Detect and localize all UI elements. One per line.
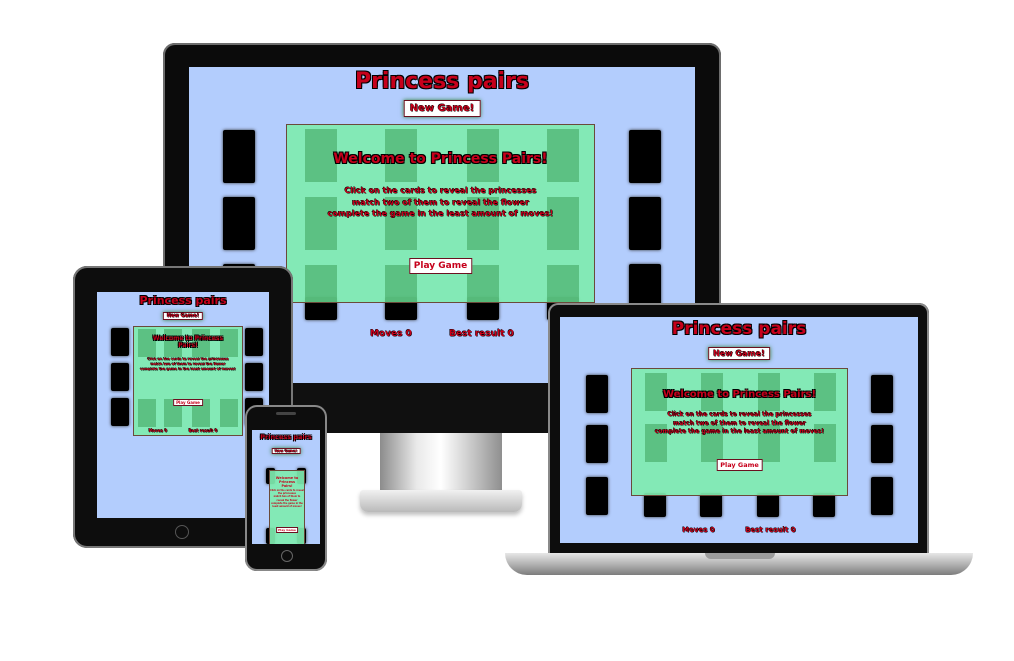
card[interactable] — [813, 493, 835, 517]
new-game-label: New Game! — [713, 349, 765, 358]
phone-screen: Princess pairs New Game! Welcome to Prin… — [252, 430, 320, 544]
new-game-button[interactable]: New Game! — [271, 448, 301, 454]
moves-counter: Moves 0 — [370, 329, 412, 339]
instruction-line: complete the game in the least amount of… — [327, 209, 554, 219]
welcome-modal: Welcome to Princess Pairs! Click on the … — [286, 124, 595, 303]
moves-counter: Moves 0 — [148, 428, 168, 433]
best-result: Best result 0 — [188, 428, 218, 433]
page-title: Princess pairs — [139, 294, 227, 307]
instruction-line: match two of them to reveal the flower — [351, 197, 530, 207]
play-game-button[interactable]: Play Game — [276, 527, 298, 533]
card[interactable] — [871, 375, 893, 413]
new-game-label: New Game! — [166, 313, 200, 319]
page-title: Princess pairs — [671, 319, 807, 339]
phone-home-button — [281, 550, 293, 562]
play-game-button[interactable]: Play Game — [716, 459, 763, 471]
modal-title: Welcome to Princess Pairs! — [662, 389, 817, 400]
card[interactable] — [245, 363, 263, 391]
new-game-label: New Game! — [274, 449, 298, 453]
modal-title: Welcome to Princess Pairs! — [333, 151, 548, 167]
card[interactable] — [644, 493, 666, 517]
instruction-line: complete the game in the least amount of… — [654, 428, 825, 436]
card[interactable] — [111, 328, 129, 356]
card[interactable] — [586, 375, 608, 413]
card[interactable] — [629, 130, 661, 183]
page-title: Princess pairs — [260, 433, 312, 441]
monitor-stand-base — [360, 490, 522, 512]
welcome-modal: Welcome to Princess Pairs! Click on the … — [631, 368, 848, 496]
welcome-modal: Welcome to Princess Pairs! Click on the … — [269, 470, 305, 544]
card[interactable] — [871, 425, 893, 463]
page-title: Princess pairs — [354, 69, 530, 94]
monitor-stand-neck — [380, 433, 502, 493]
card[interactable] — [223, 130, 255, 183]
modal-instructions: Click on the cards to reveal the princes… — [134, 357, 242, 372]
new-game-label: New Game! — [409, 103, 475, 114]
instruction-line: complete the game in the least amount of… — [271, 501, 303, 508]
modal-title: Welcome to Princess Pairs! — [152, 335, 224, 350]
instruction-line: Click on the cards to reveal the princes… — [667, 411, 812, 418]
instruction-line: match two of them to reveal the flower — [673, 419, 806, 427]
phone-speaker — [276, 412, 296, 415]
card[interactable] — [111, 398, 129, 426]
card[interactable] — [871, 477, 893, 515]
best-result: Best result 0 — [449, 329, 514, 339]
card[interactable] — [586, 477, 608, 515]
best-result: Best result 0 — [745, 526, 796, 534]
score-bar: Moves 0 Best result 0 — [560, 526, 918, 534]
play-game-button[interactable]: Play Game — [408, 258, 473, 274]
new-game-button[interactable]: New Game! — [403, 100, 481, 117]
instruction-line: complete the game in the least amount of… — [140, 366, 236, 371]
new-game-button[interactable]: New Game! — [162, 312, 204, 320]
card[interactable] — [629, 197, 661, 250]
card[interactable] — [111, 363, 129, 391]
card[interactable] — [586, 425, 608, 463]
laptop-screen: Princess pairs New Game! Welcome to Prin… — [560, 317, 918, 543]
card[interactable] — [757, 493, 779, 517]
tablet-screen: Princess pairs New Game! Welcome to Prin… — [97, 292, 269, 518]
play-game-button[interactable]: Play Game — [173, 399, 203, 406]
card[interactable] — [245, 328, 263, 356]
card[interactable] — [223, 197, 255, 250]
modal-title: Welcome to Princess Pairs! — [275, 476, 299, 489]
modal-instructions: Click on the cards to reveal the princes… — [632, 411, 847, 437]
welcome-modal: Welcome to Princess Pairs! Click on the … — [133, 326, 243, 436]
card[interactable] — [700, 493, 722, 517]
new-game-button[interactable]: New Game! — [708, 347, 770, 360]
modal-instructions: Click on the cards to reveal the princes… — [270, 489, 304, 508]
modal-instructions: Click on the cards to reveal the princes… — [287, 185, 594, 220]
laptop-notch — [705, 553, 775, 559]
tablet-home-button — [175, 525, 189, 539]
moves-counter: Moves 0 — [682, 526, 715, 534]
score-bar: Moves 0 Best result 0 — [97, 428, 269, 433]
instruction-line: Click on the cards to reveal the princes… — [344, 186, 537, 195]
